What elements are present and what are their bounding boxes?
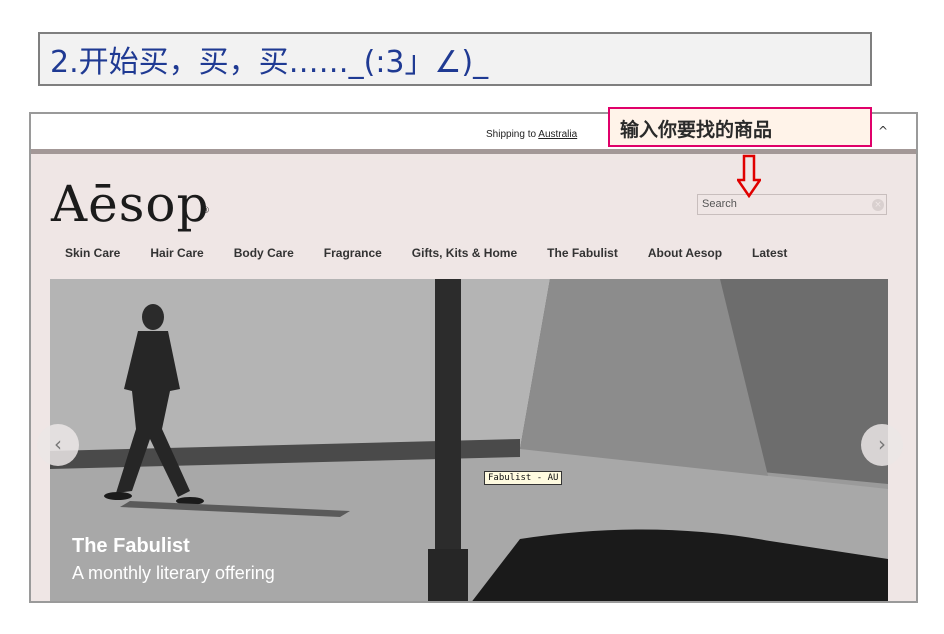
search-callout: 输入你要找的商品 [608,107,872,147]
nav-hair-care[interactable]: Hair Care [150,246,203,260]
browser-screenshot: Shipping to Australia ^ Aēsop ® Search ×… [29,112,918,603]
step-title: 2.开始买，买，买……_(:3」∠)_ [38,32,872,86]
registered-mark: ® [201,206,210,216]
nav-body-care[interactable]: Body Care [234,246,294,260]
nav-gifts-kits-home[interactable]: Gifts, Kits & Home [412,246,517,260]
nav-the-fabulist[interactable]: The Fabulist [547,246,618,260]
shipping-label: Shipping to [486,129,537,140]
chevron-left-icon[interactable]: ‹ [37,424,79,466]
hero-banner[interactable]: Fabulist - AU The Fabulist A monthly lit… [50,279,888,601]
down-arrow-icon [737,154,761,198]
site-body: Aēsop ® Search × Skin Care Hair Care Bod… [31,154,916,601]
hero-tooltip: Fabulist - AU [484,471,563,485]
nav-skin-care[interactable]: Skin Care [65,246,120,260]
nav-fragrance[interactable]: Fragrance [324,246,382,260]
clear-search-icon[interactable]: × [872,199,884,211]
aesop-logo[interactable]: Aēsop [51,174,209,234]
hero-subtitle: A monthly literary offering [72,563,275,583]
chevron-right-icon[interactable]: › [861,424,903,466]
search-input[interactable]: Search [697,194,887,215]
shipping-country-link[interactable]: Australia [538,129,577,140]
shipping-info: Shipping to Australia [486,129,577,140]
nav-latest[interactable]: Latest [752,246,787,260]
hero-title[interactable]: The Fabulist [72,535,190,558]
caret-up-icon[interactable]: ^ [878,124,888,138]
nav-about-aesop[interactable]: About Aesop [648,246,722,260]
main-nav: Skin Care Hair Care Body Care Fragrance … [65,246,817,260]
